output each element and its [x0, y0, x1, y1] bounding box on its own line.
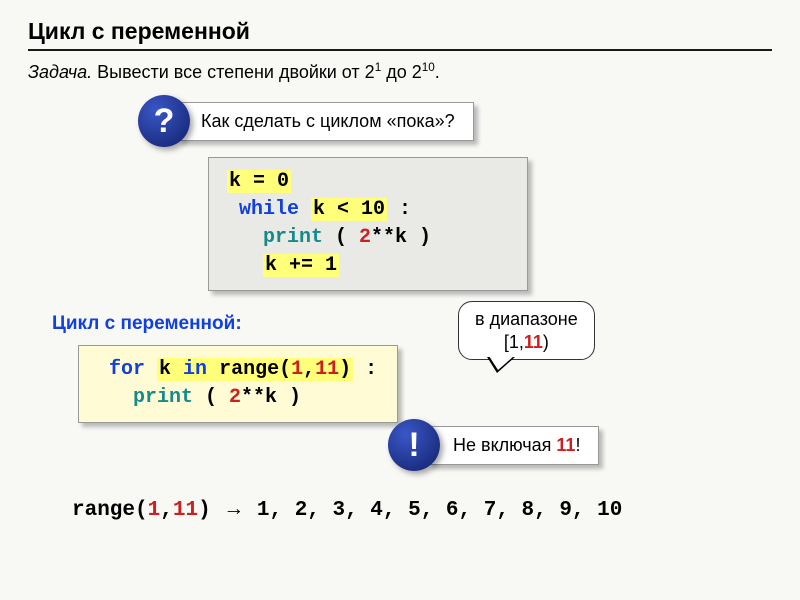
code-text: **k ) — [371, 226, 431, 249]
code-text: , — [303, 358, 315, 381]
code-text: ( — [193, 386, 229, 409]
code-text: ( — [323, 226, 359, 249]
code-text: : — [387, 198, 411, 221]
code-num: 2 — [229, 386, 241, 409]
range-fn: range( — [72, 499, 148, 522]
exclamation-text: Не включая 11! — [428, 426, 599, 465]
task-text: Задача. Вывести все степени двойки от 21… — [28, 61, 772, 83]
code-hl: k = 0 — [227, 170, 291, 193]
code-hl: k in range(1,11) — [157, 358, 353, 381]
exclamation-mark-icon: ! — [388, 419, 440, 471]
range-arg: 11 — [173, 499, 198, 522]
kw-for: for — [97, 358, 145, 381]
range-expansion: range(1,11) → 1, 2, 3, 4, 5, 6, 7, 8, 9,… — [72, 497, 772, 522]
range-result: 1, 2, 3, 4, 5, 6, 7, 8, 9, 10 — [244, 499, 622, 522]
question-text: Как сделать с циклом «пока»? — [178, 102, 474, 141]
excl-pre: Не включая — [453, 435, 556, 455]
code-text: : — [353, 358, 377, 381]
task-end: . — [435, 62, 440, 82]
excl-post: ! — [575, 435, 580, 455]
range-callout-line2: [1,11) — [475, 331, 578, 354]
for-section-row: Цикл с переменной: for k in range(1,11) … — [28, 305, 772, 423]
task-exp2: 10 — [422, 61, 435, 74]
code-num: 2 — [359, 226, 371, 249]
range-arg: 1 — [148, 499, 161, 522]
task-label: Задача. — [28, 62, 92, 82]
speech-tail-icon — [487, 357, 515, 373]
range-num: 11 — [524, 332, 543, 352]
range-speech-bubble: в диапазоне [1,11) — [458, 301, 595, 360]
code-num: 11 — [315, 358, 339, 381]
range-callout-line1: в диапазоне — [475, 308, 578, 331]
range-text: ) — [543, 332, 549, 352]
code-hl: k < 10 — [311, 198, 387, 221]
question-callout: ? Как сделать с циклом «пока»? — [138, 95, 772, 147]
code-text — [145, 358, 157, 381]
kw-while: while — [227, 198, 311, 221]
kw-in: in — [183, 358, 207, 381]
code-for-box: for k in range(1,11) : print ( 2**k ) — [78, 345, 398, 423]
excl-num: 11 — [556, 435, 575, 455]
task-body: Вывести все степени двойки от 21 до 210. — [92, 62, 440, 82]
kw-print: print — [227, 226, 323, 249]
kw-print: print — [97, 386, 193, 409]
page-title: Цикл с переменной — [28, 18, 772, 51]
code-text: **k ) — [241, 386, 301, 409]
range-text: [1, — [504, 332, 524, 352]
task-pre: Вывести все степени двойки от 2 — [92, 62, 375, 82]
range-sep: , — [160, 499, 173, 522]
code-text: k — [159, 358, 183, 381]
code-num: 1 — [291, 358, 303, 381]
task-mid: до 2 — [381, 62, 422, 82]
section-label: Цикл с переменной: — [52, 313, 398, 335]
code-text: range( — [207, 358, 291, 381]
range-close: ) — [198, 499, 223, 522]
exclamation-callout: ! Не включая 11! — [388, 419, 772, 471]
question-mark-icon: ? — [138, 95, 190, 147]
code-while-box: k = 0 while k < 10 : print ( 2**k ) k +=… — [208, 157, 528, 291]
arrow-icon: → — [223, 497, 244, 520]
code-text — [227, 254, 263, 277]
code-hl: k += 1 — [263, 254, 339, 277]
code-text: ) — [339, 358, 351, 381]
